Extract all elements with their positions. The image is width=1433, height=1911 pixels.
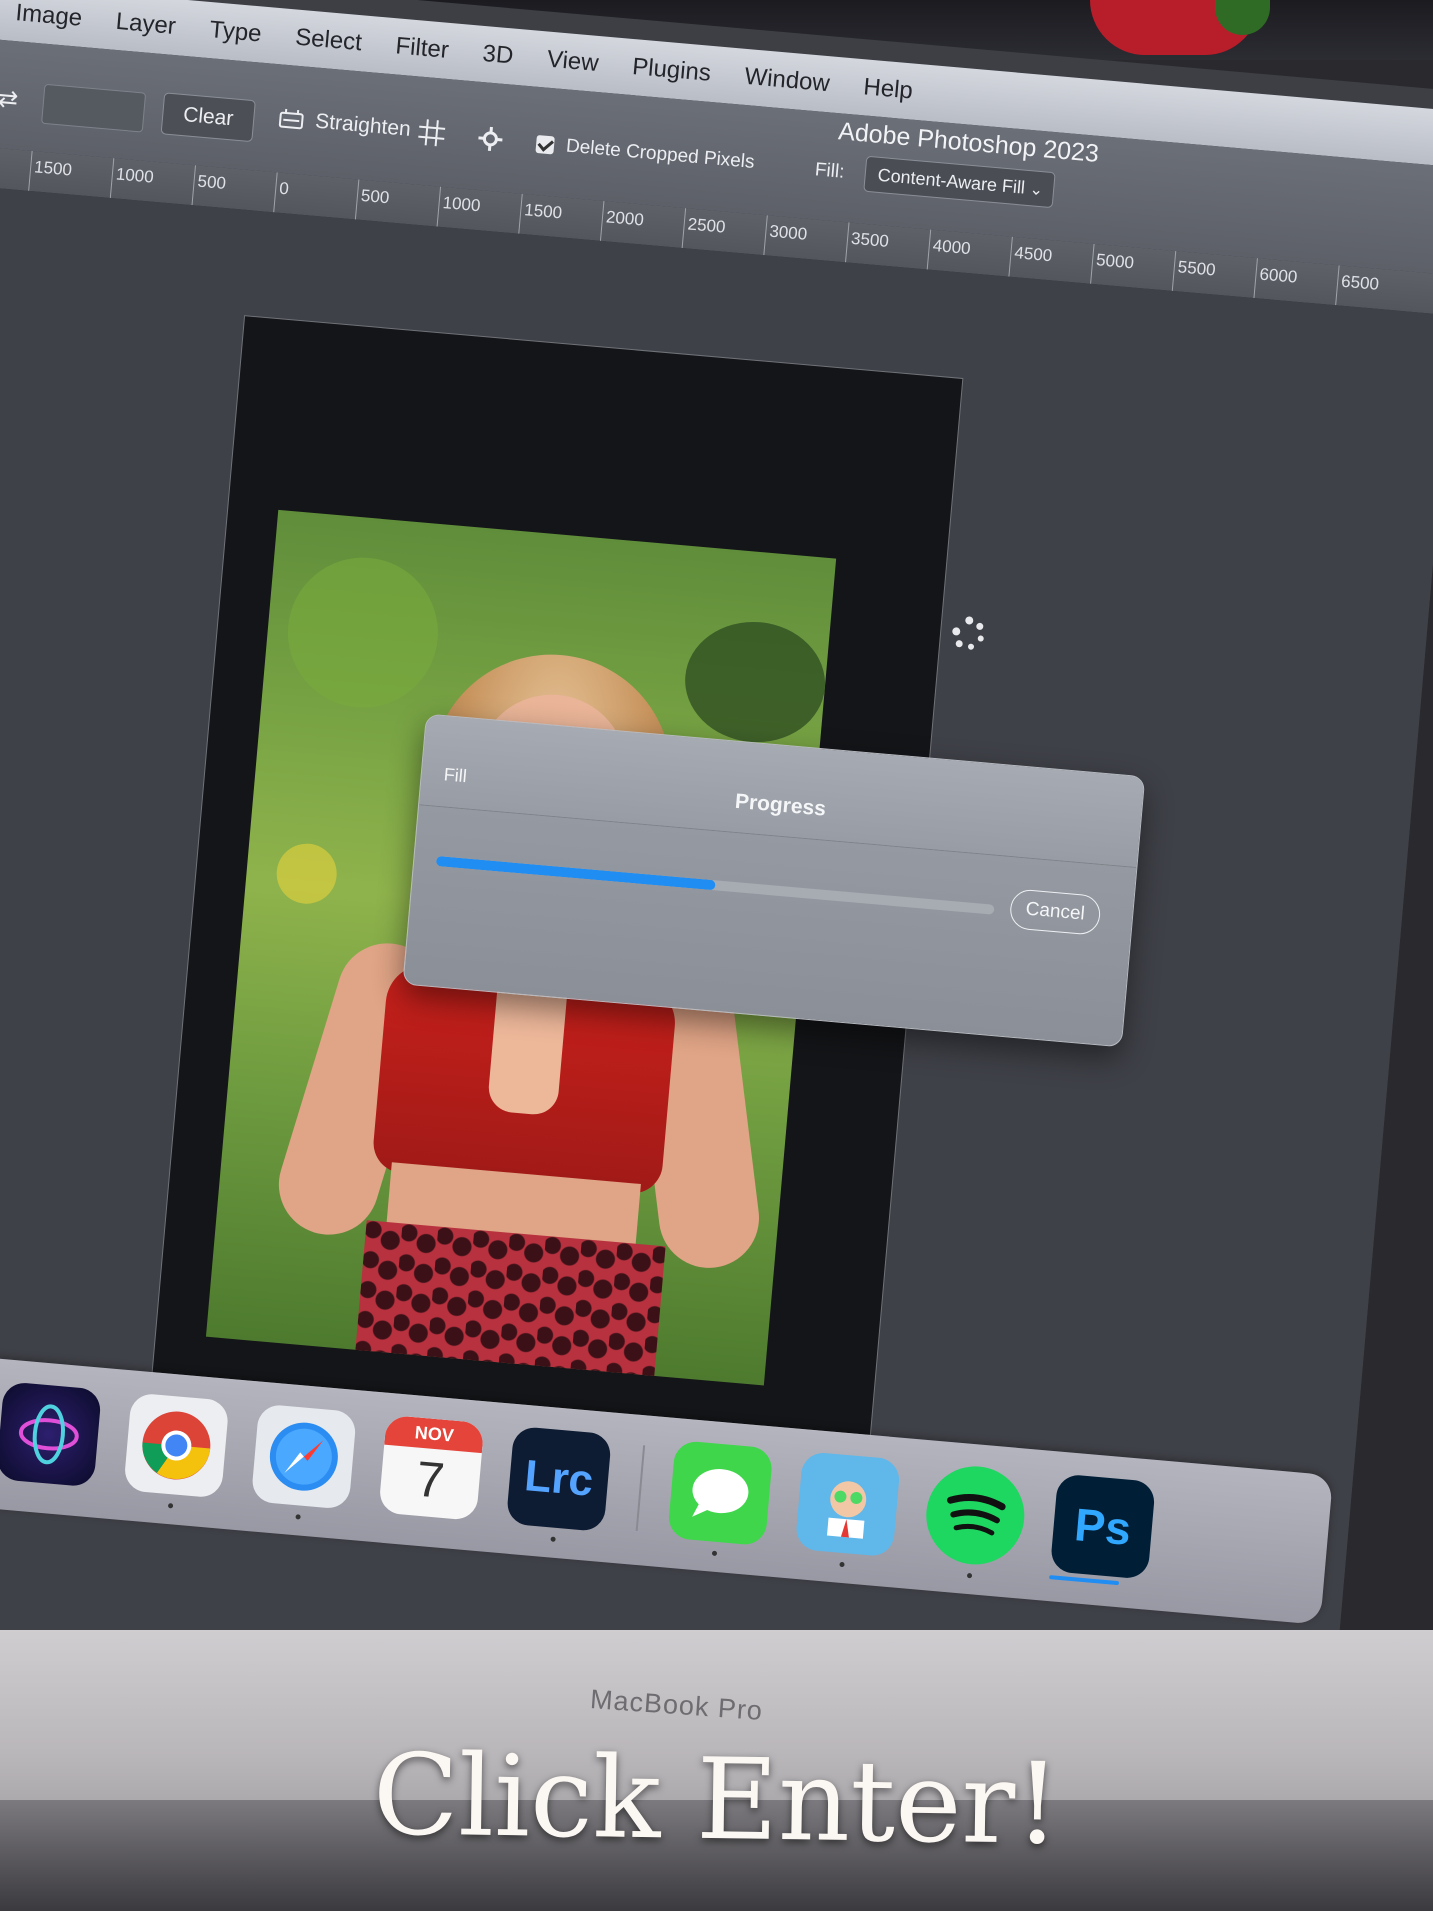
ruler-tick: 5000 — [1095, 250, 1135, 273]
photoshop-icon[interactable]: Ps — [1049, 1473, 1156, 1586]
ruler-tick: 6500 — [1340, 271, 1380, 294]
background-bokeh — [274, 841, 340, 907]
clear-button[interactable]: Clear — [160, 92, 256, 143]
chevron-down-icon: ⌄ — [1028, 181, 1044, 200]
ruler-tick: 1000 — [115, 164, 155, 187]
safari-icon[interactable] — [250, 1403, 357, 1520]
ruler-tick: 0 — [278, 178, 290, 199]
menu-image[interactable]: Image — [14, 0, 83, 33]
cancel-button[interactable]: Cancel — [1008, 888, 1102, 936]
menu-select[interactable]: Select — [294, 24, 363, 58]
ruler-tick: 500 — [360, 185, 391, 208]
menu-filter[interactable]: Filter — [394, 32, 449, 65]
straighten-button[interactable]: Straighten — [276, 106, 412, 142]
menu-layer[interactable]: Layer — [115, 8, 177, 41]
menu-window[interactable]: Window — [743, 63, 830, 98]
menu-help[interactable]: Help — [862, 73, 914, 105]
gear-icon[interactable] — [475, 124, 506, 159]
progress-bar — [435, 855, 995, 915]
ruler-tick: 5500 — [1177, 257, 1217, 280]
ruler-tick: 1500 — [33, 157, 73, 180]
proxyman-icon[interactable] — [794, 1451, 901, 1568]
photoshop-label: Ps — [1072, 1498, 1134, 1555]
background-bokeh — [281, 551, 445, 714]
subject-leggings — [354, 1220, 666, 1386]
siri-icon[interactable] — [0, 1381, 102, 1488]
menu-view[interactable]: View — [546, 46, 600, 78]
menu-type[interactable]: Type — [208, 16, 262, 48]
active-app-indicator — [1049, 1575, 1120, 1586]
ruler-tick: 6000 — [1258, 264, 1299, 287]
dock-separator — [635, 1445, 646, 1532]
progress-bar-fill — [435, 855, 716, 891]
menu-plugins[interactable]: Plugins — [631, 53, 712, 88]
messages-icon[interactable] — [667, 1440, 774, 1557]
calendar-month: NOV — [384, 1414, 485, 1454]
calendar-day: 7 — [414, 1450, 447, 1509]
lightroom-classic-icon[interactable]: Lrc — [505, 1425, 612, 1542]
ruler-tick: 1000 — [441, 193, 482, 216]
chrome-icon[interactable] — [123, 1392, 230, 1509]
ruler-tick: 2000 — [605, 207, 645, 230]
calendar-icon[interactable]: NOV 7 — [378, 1414, 485, 1521]
ruler-tick: 3000 — [768, 221, 808, 244]
spotify-icon[interactable] — [922, 1462, 1029, 1579]
ruler-tick: 4500 — [1013, 243, 1054, 266]
menu-3d[interactable]: 3D — [481, 40, 514, 71]
straighten-label: Straighten — [314, 109, 412, 141]
loading-spinner-icon — [952, 616, 984, 650]
overlay-grid-icon[interactable] — [415, 117, 448, 154]
fill-dropdown[interactable]: Content-Aware Fill ⌄ — [863, 155, 1056, 209]
background-bokeh — [680, 616, 831, 748]
dialog-operation: Fill — [443, 764, 468, 787]
straighten-icon — [278, 108, 304, 130]
ruler-tick: 500 — [196, 171, 227, 193]
ruler-tick: 2500 — [686, 214, 727, 237]
delete-cropped-checkbox[interactable] — [535, 134, 555, 155]
ruler-tick: 3500 — [850, 228, 890, 251]
screen: Image Layer Type Select Filter 3D View P… — [0, 0, 1433, 1806]
ratio-height-field[interactable] — [41, 83, 147, 133]
lightroom-label: Lrc — [522, 1451, 596, 1506]
swap-icon[interactable]: ⇄ — [0, 84, 19, 115]
ruler-tick: 1500 — [523, 200, 563, 223]
delete-cropped-pixels: Delete Cropped Pixels — [535, 133, 755, 174]
caption-overlay: Click Enter! — [371, 1730, 1061, 1870]
ruler-tick: 4000 — [932, 235, 972, 259]
fill-label: Fill: — [814, 159, 846, 183]
fill-dropdown-value: Content-Aware Fill — [876, 164, 1026, 198]
delete-cropped-label: Delete Cropped Pixels — [565, 135, 756, 173]
